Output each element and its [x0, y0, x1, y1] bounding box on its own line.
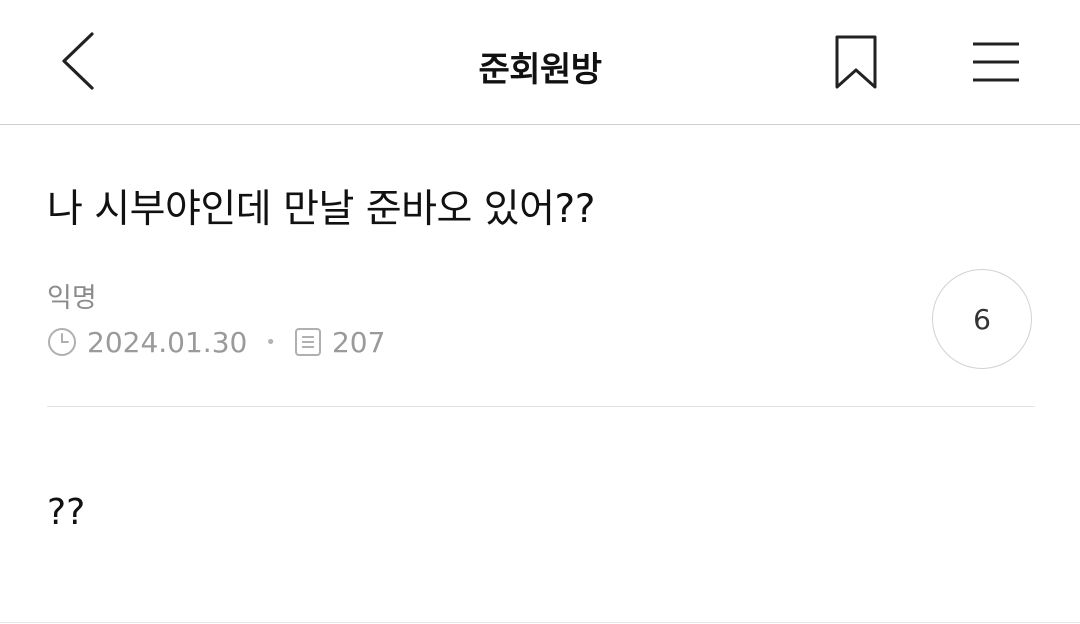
post-title: 나 시부야인데 만날 준바오 있어?? [47, 187, 595, 232]
post-meta: 2024.01.30 • 207 [47, 322, 385, 362]
menu-button[interactable] [962, 30, 1032, 94]
top-navigation-bar: 준회원방 [0, 0, 1080, 125]
board-title: 준회원방 [478, 50, 602, 90]
hamburger-menu-icon [973, 42, 1019, 82]
view-count: 207 [331, 325, 386, 359]
back-button[interactable] [52, 28, 102, 94]
bookmark-button[interactable] [826, 28, 886, 94]
post-date: 2024.01.30 [87, 325, 248, 359]
document-icon [294, 327, 322, 357]
meta-separator: • [265, 331, 276, 353]
comment-count-button[interactable]: 6 [932, 269, 1032, 369]
post-body: ?? [47, 492, 86, 533]
post-detail-screen: 준회원방 나 시부야인데 만날 준바오 있어?? 익명 2024.01.30 • [0, 0, 1080, 624]
clock-icon [47, 327, 77, 357]
bookmark-icon [835, 35, 877, 89]
body-divider [0, 622, 1080, 623]
comment-count: 6 [973, 302, 991, 336]
chevron-left-icon [62, 32, 94, 90]
header-divider [47, 406, 1035, 407]
author-name: 익명 [47, 283, 97, 314]
